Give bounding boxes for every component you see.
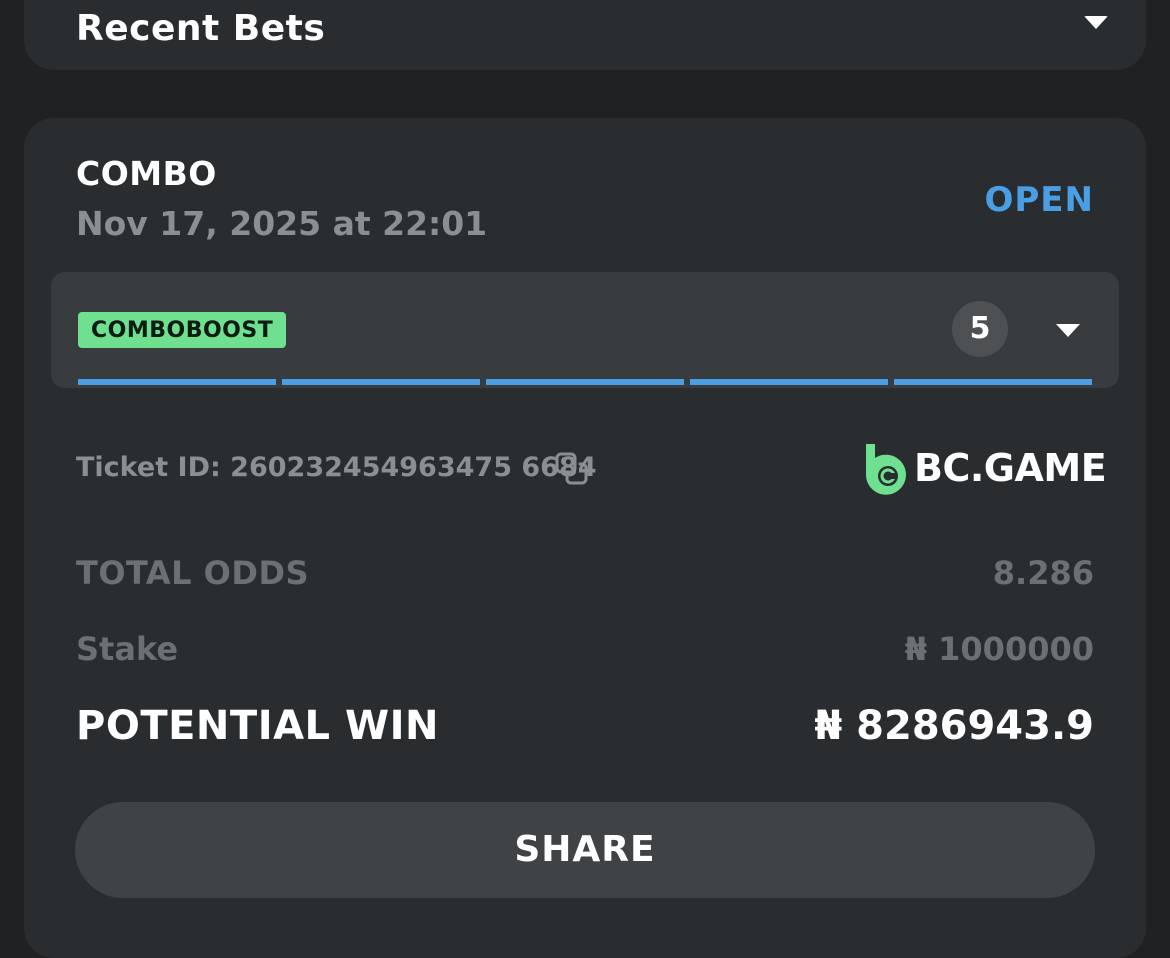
chevron-down-icon[interactable] [1056,324,1080,337]
stake-label: Stake [76,630,179,668]
progress-segment [486,379,684,385]
comboboost-badge: COMBOBOOST [78,312,287,348]
potential-win-label: POTENTIAL WIN [76,703,439,749]
copy-icon[interactable] [554,451,590,487]
recent-bets-header[interactable]: Recent Bets [24,0,1146,70]
progress-segment [690,379,888,385]
progress-segment [282,379,480,385]
brand-name: BC.GAME [914,446,1107,490]
total-odds-value: 8.286 [992,554,1094,592]
progress-segment [894,379,1092,385]
bet-date: Nov 17, 2025 at 22:01 [76,204,488,243]
potential-win-value: ₦ 8286943.9 [814,703,1094,749]
bet-card: COMBO Nov 17, 2025 at 22:01 OPEN COMBOBO… [24,118,1146,958]
share-button[interactable]: SHARE [75,802,1095,898]
stake-value: ₦ 1000000 [904,630,1094,668]
combo-selections-toggle[interactable]: COMBOBOOST 5 [51,272,1119,388]
bet-status: OPEN [984,180,1094,220]
selection-progress [78,379,1092,385]
ticket-id: Ticket ID: 260232454963475 6684 [76,452,597,483]
total-odds-label: TOTAL ODDS [76,554,310,592]
bc-game-logo-icon [865,444,906,495]
chevron-down-icon[interactable] [1084,16,1108,29]
selection-count-badge: 5 [952,301,1008,357]
bet-type: COMBO [76,154,217,193]
progress-segment [78,379,276,385]
recent-bets-title: Recent Bets [76,8,326,49]
